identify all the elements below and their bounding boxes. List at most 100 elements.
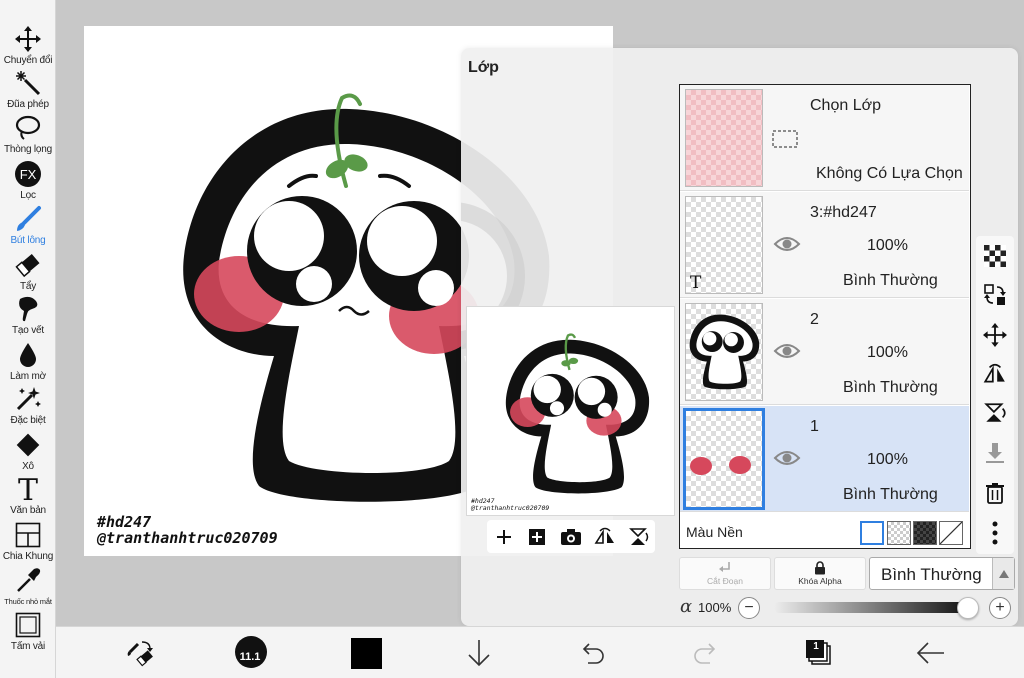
tool-lasso[interactable]: Thòng lọng <box>0 113 56 155</box>
layer-opacity: 100% <box>867 451 908 468</box>
blend-mode-select[interactable]: Bình Thường <box>869 557 1015 590</box>
magic-wand-icon <box>13 68 43 98</box>
tool-text[interactable]: T Văn bản <box>0 474 56 516</box>
alpha-lock-button[interactable]: Khóa Alpha <box>774 557 866 590</box>
move-arrows-icon <box>983 323 1007 347</box>
add-square-icon <box>529 528 546 545</box>
clipping-button[interactable]: Cắt Đoạn <box>679 557 771 590</box>
tool-label: Làm mờ <box>10 371 46 382</box>
layer-name: 1 <box>810 418 819 435</box>
brush-size-value: 11.1 <box>239 651 261 663</box>
alpha-slider-thumb[interactable] <box>957 597 979 619</box>
background-swatch-white[interactable] <box>860 521 884 545</box>
layer-opacity-row: α 100% − + <box>679 596 1017 620</box>
blend-mode-value: Bình Thường <box>881 565 982 584</box>
tool-magic-wand[interactable]: Đũa phép <box>0 68 56 110</box>
flip-layer-horizontal-button[interactable] <box>981 360 1009 388</box>
add-layer-from-image-button[interactable] <box>524 524 550 550</box>
tool-label: Thuốc nhỏ mắt <box>4 597 52 606</box>
brush-size-button[interactable]: 11.1 <box>234 635 270 671</box>
layer-thumbnail <box>683 408 765 510</box>
layer-row[interactable]: 2 100% Bình Thường <box>680 299 969 405</box>
background-swatch-none[interactable] <box>939 521 963 545</box>
move-layer-button[interactable] <box>981 321 1009 349</box>
layer-blend-mode: Bình Thường <box>843 486 938 503</box>
eraser-icon <box>13 250 43 280</box>
flip-horizontal-icon <box>594 527 614 544</box>
layer-row[interactable]: T 3:#hd247 100% Bình Thường <box>680 192 969 298</box>
layer-row-selected[interactable]: 1 100% Bình Thường <box>680 406 969 512</box>
layer-name: 3:#hd247 <box>810 204 877 221</box>
alpha-increase-button[interactable]: + <box>989 597 1011 619</box>
alpha-decrease-button[interactable]: − <box>738 597 760 619</box>
vertical-ellipsis-icon <box>992 521 998 545</box>
flip-layer-vertical-button[interactable] <box>981 399 1009 427</box>
layer-blend-mode: Bình Thường <box>843 379 938 396</box>
layer-opacity: 100% <box>867 344 908 361</box>
tool-blur[interactable]: Làm mờ <box>0 340 56 382</box>
tool-special[interactable]: Đặc biệt <box>0 384 56 426</box>
tool-label: Văn bản <box>10 505 46 516</box>
blend-mode-dropdown-arrow[interactable] <box>992 558 1014 589</box>
selection-layer-row[interactable]: Chọn Lớp Không Có Lựa Chọn <box>680 85 969 191</box>
transparency-checker-button[interactable] <box>981 242 1009 270</box>
camera-icon <box>560 528 581 545</box>
more-options-button[interactable] <box>981 519 1009 547</box>
layer-thumbnail <box>685 303 763 401</box>
primary-color-swatch <box>350 637 382 669</box>
bucket-icon <box>13 430 43 460</box>
tool-eyedropper[interactable]: Thuốc nhỏ mắt <box>0 566 56 606</box>
visibility-eye-icon[interactable] <box>773 234 801 254</box>
tool-filter[interactable]: FX Lọc <box>0 159 56 201</box>
canvas-icon <box>13 610 43 640</box>
tool-label: Thòng lọng <box>3 144 53 155</box>
background-swatch-transparent[interactable] <box>887 521 911 545</box>
add-layer-button[interactable] <box>491 524 517 550</box>
layer-thumbnail: T <box>685 196 763 294</box>
tool-canvas[interactable]: Tấm vải <box>0 610 56 652</box>
blur-drop-icon <box>13 340 43 370</box>
tool-transform[interactable]: Chuyển đổi <box>0 24 56 66</box>
tool-smudge[interactable]: Tạo vết <box>0 294 56 336</box>
redo-arrow-icon <box>694 643 716 664</box>
text-t-icon: T <box>13 474 43 504</box>
preview-artwork <box>505 333 650 494</box>
tool-eraser[interactable]: Tẩy <box>0 250 56 292</box>
background-swatch-dark[interactable] <box>913 521 937 545</box>
alpha-symbol: α <box>680 596 693 617</box>
tool-label: Chuyển đổi <box>3 55 53 66</box>
flip-horizontal-button[interactable] <box>592 524 618 550</box>
tool-label: Tẩy <box>19 281 37 292</box>
sparkle-icon <box>13 384 43 414</box>
flip-vertical-button[interactable] <box>625 524 651 550</box>
undo-arrow-icon <box>582 643 604 664</box>
flip-horizontal-icon <box>983 363 1005 383</box>
layers-button[interactable]: 1 <box>801 635 837 671</box>
merge-down-button[interactable] <box>981 439 1009 467</box>
back-button[interactable] <box>913 635 949 671</box>
move-arrows-icon <box>13 24 43 54</box>
undo-button[interactable] <box>574 635 610 671</box>
brush-eraser-switch-button[interactable] <box>122 635 158 671</box>
layer-panel-title: Lớp <box>468 59 499 76</box>
alpha-slider-track[interactable] <box>774 602 969 613</box>
left-toolbar: Chuyển đổi Đũa phép Thòng lọng FX Lọc Bú… <box>0 0 56 678</box>
selection-layer-thumbnail <box>685 89 763 187</box>
svg-text:T: T <box>18 474 38 504</box>
visibility-eye-icon[interactable] <box>773 448 801 468</box>
camera-button[interactable] <box>558 524 584 550</box>
layer-opacity: 100% <box>867 237 908 254</box>
tool-brush[interactable]: Bút lông <box>0 204 56 246</box>
tool-bucket[interactable]: Xô <box>0 430 56 472</box>
delete-layer-button[interactable] <box>981 479 1009 507</box>
tool-label: Tạo vết <box>12 325 44 336</box>
redo-button[interactable] <box>688 635 724 671</box>
swap-layers-button[interactable] <box>981 281 1009 309</box>
lasso-icon <box>13 113 43 143</box>
download-button[interactable] <box>461 635 497 671</box>
primary-color-button[interactable] <box>348 635 384 671</box>
visibility-eye-icon[interactable] <box>773 341 801 361</box>
tool-frame-divider[interactable]: Chia Khung <box>0 520 56 562</box>
alpha-value: 100% <box>698 600 732 615</box>
layer-name: 2 <box>810 311 819 328</box>
